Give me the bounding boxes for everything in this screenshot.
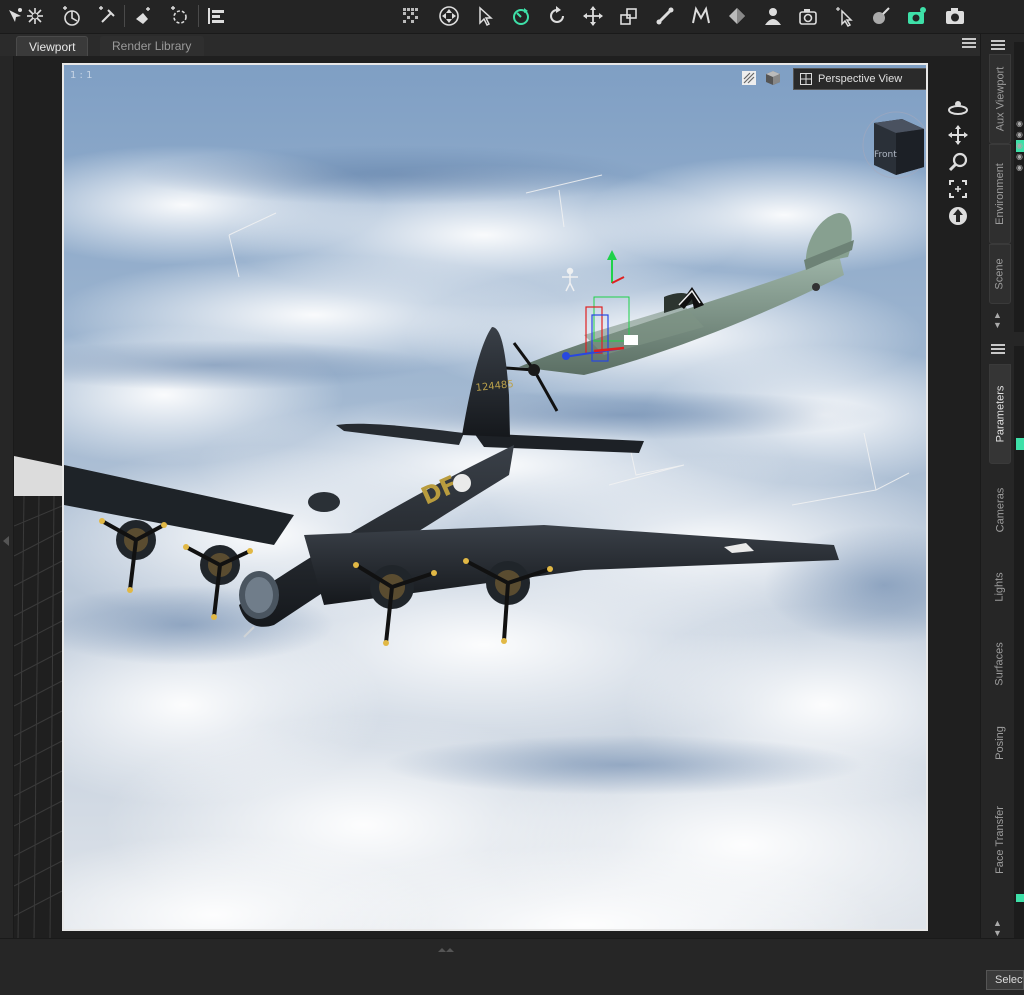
shader-tool-icon[interactable]	[868, 3, 894, 29]
tab-scene[interactable]: Scene	[989, 246, 1011, 302]
viewport-canvas[interactable]: 124485 DF 1: 1 Perspective View Front	[62, 63, 928, 931]
universal-tool-icon[interactable]	[436, 3, 462, 29]
viewport-scale-label: 1 : 1	[70, 70, 93, 81]
tab-posing[interactable]: Posing	[989, 710, 1011, 776]
param-panel-edge	[1014, 346, 1024, 942]
zoom-icon[interactable]	[947, 150, 969, 174]
timeline-expand-icon[interactable]	[436, 942, 456, 952]
tab-render-library[interactable]: Render Library	[100, 36, 204, 56]
render-camera-icon[interactable]	[942, 3, 968, 29]
spot-render-icon[interactable]	[130, 3, 156, 29]
bottom-bar	[0, 938, 1024, 995]
param-selected-indicator	[1016, 438, 1024, 450]
tab-lights[interactable]: Lights	[989, 556, 1011, 618]
tab-aux-viewport[interactable]: Aux Viewport	[989, 56, 1011, 142]
joint-editor-icon[interactable]	[22, 3, 48, 29]
collapse-left-icon[interactable]	[3, 536, 9, 546]
translate-tool-icon[interactable]	[580, 3, 606, 29]
tab-viewport[interactable]: Viewport	[16, 36, 89, 56]
viewport-tab-bar: Viewport Render Library	[0, 34, 986, 56]
draw-style-icon[interactable]	[741, 70, 757, 86]
param-panel-menu-icon[interactable]	[991, 344, 1005, 356]
tab-parameters[interactable]: Parameters	[989, 366, 1011, 462]
geometry-editor-icon[interactable]	[94, 3, 120, 29]
tab-environment[interactable]: Environment	[989, 146, 1011, 242]
main-toolbar	[0, 0, 1024, 34]
scene-align-icon[interactable]	[203, 3, 229, 29]
frame-icon[interactable]	[947, 177, 969, 201]
tab-surfaces[interactable]: Surfaces	[989, 626, 1011, 702]
view-grid-icon	[800, 73, 812, 85]
iray-render-icon[interactable]	[904, 3, 930, 29]
right-panel-menu-icon[interactable]	[991, 40, 1005, 52]
joint-editor-bone-icon[interactable]	[652, 3, 678, 29]
tab-menu-icon[interactable]	[962, 38, 976, 50]
viewcube-face-label: Front	[874, 150, 897, 160]
param-scroll-arrows-icon[interactable]: ▲ ▼	[993, 918, 1002, 938]
scale-tool-icon[interactable]	[616, 3, 642, 29]
cube-view-icon[interactable]	[765, 70, 781, 86]
viewport-nav-tools	[947, 96, 969, 231]
twist-tool-icon[interactable]	[544, 3, 570, 29]
pan-icon[interactable]	[947, 123, 969, 147]
pose-tool-icon[interactable]	[724, 3, 750, 29]
render-scene: 124485 DF	[64, 65, 926, 929]
pointer-icon[interactable]	[472, 3, 498, 29]
tab-face-transfer[interactable]: Face Transfer	[989, 786, 1011, 894]
visibility-icons[interactable]: ◉ ◉ ◉ ◉ ◉	[1016, 118, 1024, 188]
chevron-down-icon: ▼	[925, 74, 926, 84]
figure-tool-icon[interactable]	[760, 3, 786, 29]
morph-tool-icon[interactable]	[688, 3, 714, 29]
left-collapse-strip[interactable]	[0, 56, 14, 938]
param-bottom-indicator	[1016, 894, 1024, 902]
grid-icon[interactable]	[398, 3, 424, 29]
region-nav-icon[interactable]	[166, 3, 192, 29]
rigid-follow-icon[interactable]	[58, 3, 84, 29]
render-settings-icon[interactable]	[796, 3, 822, 29]
home-icon[interactable]	[947, 204, 969, 228]
view-mode-dropdown[interactable]: Perspective View ▼	[793, 68, 926, 90]
view-cube[interactable]: Front	[862, 109, 926, 181]
select-button[interactable]: Select	[986, 970, 1024, 990]
surface-selection-icon[interactable]	[832, 3, 858, 29]
right-panel: Aux Viewport Environment Scene ▲ ▼ ◉ ◉ ◉ ◉ ◉ …	[980, 34, 1024, 942]
view-mode-label: Perspective View	[818, 73, 903, 85]
tab-cameras[interactable]: Cameras	[989, 472, 1011, 548]
rotate-tool-icon[interactable]	[508, 3, 534, 29]
orbit-icon[interactable]	[947, 96, 969, 120]
scroll-arrows-icon[interactable]: ▲ ▼	[993, 310, 1002, 330]
